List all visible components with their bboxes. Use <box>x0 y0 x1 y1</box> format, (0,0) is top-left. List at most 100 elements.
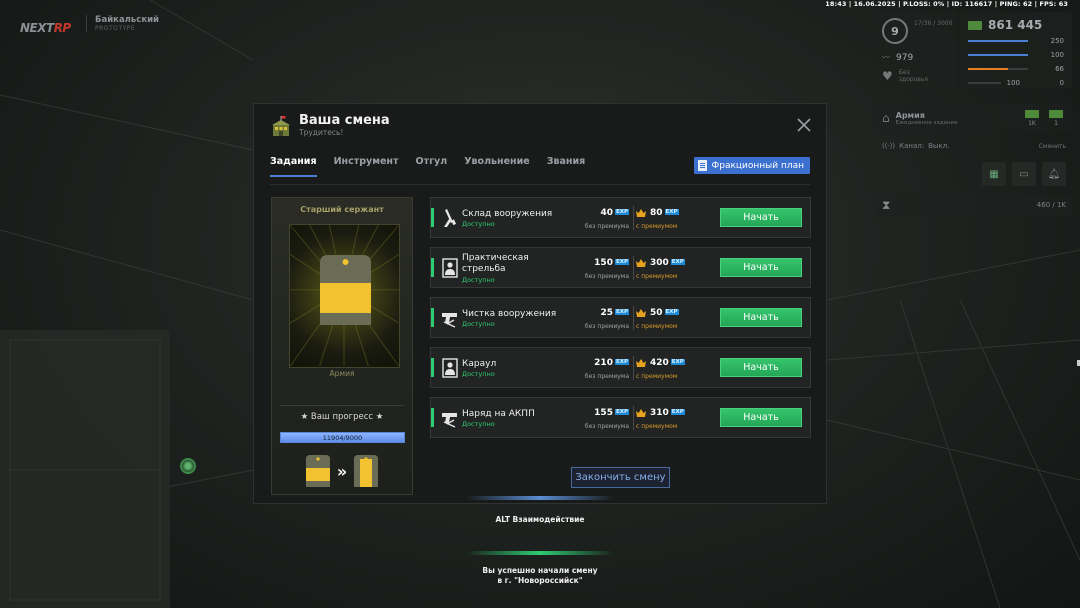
divider <box>280 405 404 406</box>
level-xp: 17/36 / 3000 <box>914 20 953 27</box>
exp-base-label: без премиума <box>584 423 629 430</box>
stat-line: 100 <box>968 50 1064 60</box>
task-status: Доступно <box>462 320 495 328</box>
radio-channel: ((·)) Канал: Выкл. Сменить <box>882 142 1066 150</box>
stat-bar <box>968 82 1001 84</box>
player-hud: 9 17/36 / 3000 〰 979 ♥ Без здоровья 861 4… <box>876 12 1072 216</box>
pistol-icon <box>442 313 457 328</box>
exp-tag: EXP <box>614 259 629 265</box>
hourglass-icon: ⧗ <box>882 197 891 212</box>
tab-3[interactable]: Отгул <box>416 156 448 177</box>
exp-tag: EXP <box>670 259 685 265</box>
bell-icon[interactable]: 🔔︎ <box>1042 162 1066 186</box>
shift-modal: Ваша смена Трудитесь! Задания Инструмент О… <box>253 103 827 504</box>
building-icon: ⌂ <box>882 111 890 125</box>
task-name: Караул <box>462 359 497 369</box>
divider <box>633 206 634 230</box>
divider <box>633 306 634 330</box>
start-task-button[interactable]: Начать <box>720 258 802 277</box>
stat-value: 0 <box>1059 79 1064 87</box>
tab-2[interactable]: Инструмент <box>334 156 399 177</box>
start-task-button[interactable]: Начать <box>720 358 802 377</box>
tab-5[interactable]: Звания <box>547 156 586 177</box>
exp-base: 25 EXP <box>600 308 629 318</box>
divider <box>633 406 634 430</box>
task-name: Практическая стрельба <box>462 253 529 274</box>
barracks-icon <box>272 116 290 136</box>
progress-text: 11904/9000 <box>322 434 363 442</box>
level-indicator: 9 <box>882 18 908 44</box>
tab-4[interactable]: Увольнение <box>464 156 530 177</box>
exp-base: 150 EXP <box>594 258 629 268</box>
server-name: Байкальский PROTOTYPE <box>86 15 166 32</box>
chat-icon[interactable]: ▭ <box>1012 162 1036 186</box>
crown-icon <box>636 209 646 217</box>
interaction-hint: ALT Взаимодействие <box>495 515 585 524</box>
exp-premium: 50 EXP <box>636 308 686 318</box>
crown-icon <box>636 309 646 317</box>
exp-tag: EXP <box>670 359 685 365</box>
exp-tag: EXP <box>614 359 629 365</box>
rank-image <box>289 224 400 368</box>
next-rank-icon <box>354 455 379 487</box>
level-box: 9 17/36 / 3000 〰 979 ♥ Без здоровья <box>876 12 956 88</box>
modal-subtitle: Трудитесь! <box>299 128 344 137</box>
task-name: Наряд на АКПП <box>462 409 535 419</box>
exp-base-label: без премиума <box>584 273 629 280</box>
start-task-button[interactable]: Начать <box>720 408 802 427</box>
finish-shift-button[interactable]: Закончить смену <box>571 467 670 488</box>
rank-progress-bar: 11904/9000 <box>280 432 405 443</box>
notification-line2: в г. "Новороссийск" <box>497 576 583 585</box>
fraction-plan-button[interactable]: Фракционный план <box>694 157 810 174</box>
task-status: Доступно <box>462 420 495 428</box>
stat-value: 66 <box>1055 65 1064 73</box>
stats-box: 861 445 250 100 66 100 0 <box>960 12 1072 88</box>
hint-divider <box>466 496 614 500</box>
modal-tabs: Задания Инструмент Отгул Увольнение Звания <box>270 156 585 177</box>
rank-name: Старший сержант <box>300 205 384 214</box>
divider <box>633 256 634 280</box>
stat-extra: 100 <box>1006 79 1020 87</box>
crown-icon <box>636 259 646 267</box>
rank-upgrade-preview: » <box>272 454 412 488</box>
exp-premium-label: с премиумом <box>636 273 678 280</box>
task-name: Склад вооружения <box>462 209 553 219</box>
task-status: Доступно <box>462 276 495 284</box>
wings-icon: 〰 <box>882 53 890 62</box>
radio-icon: ((·)) <box>882 142 896 150</box>
location-marker-icon <box>180 458 196 474</box>
task-row: Наряд на АКПП Доступно 155 EXP 310 EXP без пре… <box>430 397 811 438</box>
channel-switch[interactable]: Сменить <box>1039 143 1066 150</box>
notification-divider <box>466 551 614 555</box>
cash-reward: 1 <box>1046 109 1066 127</box>
stat-value: 250 <box>1050 37 1064 45</box>
start-task-button[interactable]: Начать <box>720 308 802 327</box>
stat-bar <box>968 40 1028 42</box>
exp-tag: EXP <box>614 409 629 415</box>
stat-value: 100 <box>1050 51 1064 59</box>
divider <box>633 356 634 380</box>
brand: NEXTRP Байкальский PROTOTYPE <box>20 15 159 36</box>
tab-divider <box>270 184 810 185</box>
tab-1[interactable]: Задания <box>270 156 317 177</box>
task-row: Практическая стрельба Доступно 150 EXP 300 EX… <box>430 247 811 288</box>
start-task-button[interactable]: Начать <box>720 208 802 227</box>
exp-tag: EXP <box>614 309 629 315</box>
close-icon[interactable] <box>796 117 812 133</box>
document-icon <box>698 160 708 171</box>
exp-base: 40 EXP <box>600 208 629 218</box>
rifle-icon <box>444 209 457 227</box>
chevron-right-icon: » <box>336 461 348 481</box>
calendar-icon[interactable]: ▦ <box>982 162 1006 186</box>
health-status: ♥ Без здоровья <box>882 68 928 83</box>
exp-premium: 80 EXP <box>636 208 686 218</box>
task-row: Чистка вооружения Доступно 25 EXP 50 EXP без п… <box>430 297 811 338</box>
stat-bar <box>968 54 1028 56</box>
exp-premium-label: с премиумом <box>636 423 678 430</box>
crown-icon <box>636 409 646 417</box>
damage-stat: 〰 979 <box>882 52 914 63</box>
exp-base: 155 EXP <box>594 408 629 418</box>
task-status: Доступно <box>462 370 495 378</box>
job-panel: ⌂ Армия Ежедневное задание 1K 1 <box>876 104 1072 132</box>
exp-premium-label: с премиумом <box>636 323 678 330</box>
